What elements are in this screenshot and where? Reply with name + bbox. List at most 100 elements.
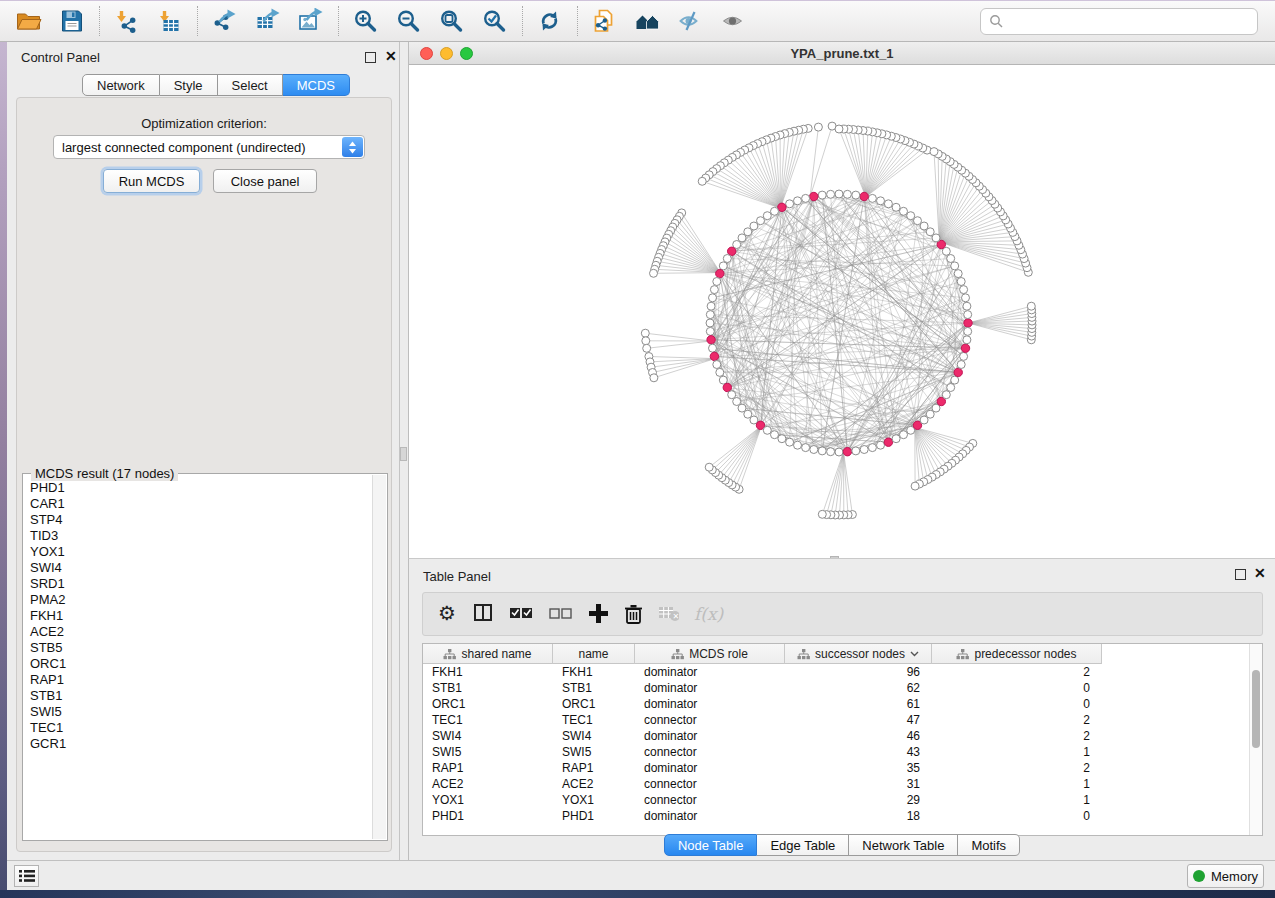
- mcds-result-item[interactable]: STB5: [30, 640, 371, 656]
- zoom-in-button[interactable]: [347, 5, 383, 37]
- control-panel-tabs: NetworkStyleSelectMCDS: [82, 74, 350, 96]
- unchecked-boxes-button[interactable]: [548, 604, 574, 624]
- cell-successor-nodes: 62: [785, 681, 920, 695]
- tab-network[interactable]: Network: [82, 74, 160, 96]
- import-network-button[interactable]: [108, 5, 144, 37]
- column-header-name[interactable]: name: [553, 644, 635, 664]
- column-header-shared-name[interactable]: shared name: [423, 644, 553, 664]
- column-header-MCDS-role[interactable]: MCDS role: [635, 644, 785, 664]
- checked-boxes-button[interactable]: [508, 604, 534, 624]
- column-header-predecessor-nodes[interactable]: predecessor nodes: [932, 644, 1102, 664]
- toolbar-separator: [522, 6, 523, 36]
- mcds-result-item[interactable]: SWI5: [30, 704, 371, 720]
- task-history-button[interactable]: [14, 865, 39, 887]
- table-row[interactable]: PHD1PHD1dominator180: [423, 808, 1249, 824]
- table-row[interactable]: ORC1ORC1dominator610: [423, 696, 1249, 712]
- mcds-result-item[interactable]: TEC1: [30, 720, 371, 736]
- mcds-result-item[interactable]: SWI4: [30, 560, 371, 576]
- tab-node-table[interactable]: Node Table: [664, 834, 758, 856]
- svg-text:⚙: ⚙: [438, 604, 456, 624]
- cell-predecessor-nodes: 0: [932, 681, 1090, 695]
- import-table-button[interactable]: [151, 5, 187, 37]
- open-file-button[interactable]: [10, 5, 46, 37]
- zoom-selected-button[interactable]: [476, 5, 512, 37]
- tab-edge-table[interactable]: Edge Table: [757, 834, 849, 856]
- mcds-result-item[interactable]: TID3: [30, 528, 371, 544]
- tab-motifs[interactable]: Motifs: [958, 834, 1020, 856]
- tab-mcds[interactable]: MCDS: [283, 74, 350, 96]
- network-graph[interactable]: [409, 65, 1275, 558]
- mcds-result-item[interactable]: YOX1: [30, 544, 371, 560]
- mcds-result-item[interactable]: GCR1: [30, 736, 371, 752]
- cell-name: ORC1: [562, 697, 595, 711]
- mcds-result-item[interactable]: PHD1: [30, 480, 371, 496]
- criterion-select[interactable]: largest connected component (undirected): [53, 135, 365, 159]
- table-row[interactable]: STB1STB1dominator620: [423, 680, 1249, 696]
- cell-shared-name: TEC1: [432, 713, 463, 727]
- table-panel: Table Panel ✕ ⚙✕f(x) shared namenameMCDS…: [408, 558, 1275, 860]
- mcds-result-title: MCDS result (17 nodes): [31, 466, 178, 481]
- gear-button[interactable]: ⚙: [437, 604, 459, 624]
- mcds-result-item[interactable]: ORC1: [30, 656, 371, 672]
- network-canvas[interactable]: [409, 65, 1275, 558]
- divider-handle[interactable]: [400, 447, 407, 461]
- table-scrollbar-thumb[interactable]: [1252, 670, 1260, 748]
- table-row[interactable]: FKH1FKH1dominator962: [423, 664, 1249, 680]
- column-label: successor nodes: [815, 647, 905, 661]
- table-row[interactable]: ACE2ACE2connector311: [423, 776, 1249, 792]
- show-all-icon: [720, 8, 747, 34]
- export-image-button[interactable]: [292, 5, 328, 37]
- cell-successor-nodes: 29: [785, 793, 920, 807]
- import-table-icon: [156, 8, 183, 34]
- column-label: name: [578, 647, 608, 661]
- hide-selected-button[interactable]: [672, 5, 708, 37]
- control-panel-float-icon[interactable]: [365, 52, 376, 63]
- column-header-successor-nodes[interactable]: successor nodes: [785, 644, 932, 664]
- plus-button[interactable]: [588, 604, 609, 624]
- table-row[interactable]: RAP1RAP1dominator352: [423, 760, 1249, 776]
- export-network-button[interactable]: [206, 5, 242, 37]
- control-panel-close-icon[interactable]: ✕: [385, 51, 396, 62]
- mcds-result-item[interactable]: STB1: [30, 688, 371, 704]
- zoom-out-button[interactable]: [390, 5, 426, 37]
- panel-divider[interactable]: [400, 42, 408, 860]
- table-row[interactable]: SWI5SWI5connector431: [423, 744, 1249, 760]
- tab-style[interactable]: Style: [160, 74, 218, 96]
- cell-shared-name: ACE2: [432, 777, 463, 791]
- table-row[interactable]: YOX1YOX1connector291: [423, 792, 1249, 808]
- mcds-result-item[interactable]: STP4: [30, 512, 371, 528]
- table-row[interactable]: TEC1TEC1connector472: [423, 712, 1249, 728]
- mcds-result-item[interactable]: SRD1: [30, 576, 371, 592]
- network-window-titlebar[interactable]: YPA_prune.txt_1: [409, 42, 1275, 65]
- table-panel-float-icon[interactable]: [1235, 569, 1246, 580]
- trash-button[interactable]: [623, 604, 644, 624]
- tab-network-table[interactable]: Network Table: [849, 834, 958, 856]
- columns-icon: [473, 604, 494, 624]
- zoom-fit-button[interactable]: [433, 5, 469, 37]
- show-all-button[interactable]: [715, 5, 751, 37]
- columns-button[interactable]: [473, 604, 494, 624]
- cell-successor-nodes: 47: [785, 713, 920, 727]
- tab-select[interactable]: Select: [218, 74, 283, 96]
- duplicate-network-button[interactable]: [586, 5, 622, 37]
- table-panel-close-icon[interactable]: ✕: [1254, 568, 1265, 579]
- mcds-result-item[interactable]: FKH1: [30, 608, 371, 624]
- mcds-result-item[interactable]: ACE2: [30, 624, 371, 640]
- close-panel-button[interactable]: Close panel: [213, 169, 317, 193]
- table-row[interactable]: SWI4SWI4dominator462: [423, 728, 1249, 744]
- cell-mcds-role: dominator: [644, 729, 697, 743]
- first-neighbors-button[interactable]: [629, 5, 665, 37]
- save-session-button[interactable]: [53, 5, 89, 37]
- mcds-result-scrollbar[interactable]: [372, 475, 386, 839]
- refresh-button[interactable]: [531, 5, 567, 37]
- mcds-result-item[interactable]: CAR1: [30, 496, 371, 512]
- mcds-result-item[interactable]: PMA2: [30, 592, 371, 608]
- run-mcds-button[interactable]: Run MCDS: [103, 169, 200, 193]
- export-table-button[interactable]: [249, 5, 285, 37]
- cell-name: STB1: [562, 681, 592, 695]
- memory-button[interactable]: Memory: [1187, 864, 1264, 888]
- table-scrollbar[interactable]: [1249, 644, 1262, 835]
- search-input[interactable]: [980, 8, 1258, 35]
- mcds-result-item[interactable]: RAP1: [30, 672, 371, 688]
- network-view-panel: YPA_prune.txt_1: [408, 42, 1275, 558]
